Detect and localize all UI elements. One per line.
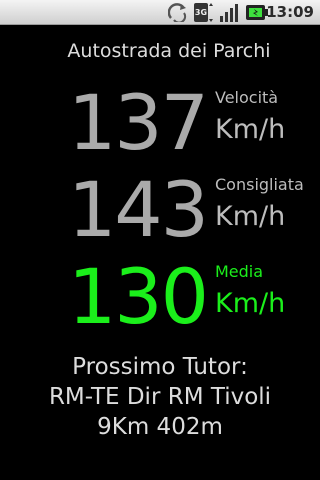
current-speed-row: 137 Velocità Km/h (0, 85, 320, 165)
recommended-speed-value: 143 (67, 165, 209, 254)
recommended-speed-row: 143 Consigliata Km/h (0, 172, 320, 252)
status-bar[interactable]: 3G 13:09 (0, 0, 320, 25)
battery-icon (246, 5, 268, 20)
next-tutor-distance: 9Km 402m (97, 414, 223, 440)
3g-icon: 3G (194, 3, 213, 22)
average-speed-unit: Km/h (215, 288, 286, 319)
average-speed-value: 130 (67, 252, 209, 341)
next-tutor-location: RM-TE Dir RM Tivoli (48, 384, 272, 410)
average-speed-row: 130 Media Km/h (0, 259, 320, 339)
current-speed-value: 137 (67, 78, 209, 167)
sync-icon (168, 3, 187, 22)
svg-text:3G: 3G (195, 8, 207, 17)
current-speed-caption: Velocità (215, 88, 279, 107)
next-tutor-title: Prossimo Tutor: (72, 354, 248, 380)
recommended-speed-unit: Km/h (215, 201, 286, 232)
status-time: 13:09 (266, 3, 314, 21)
current-speed-unit: Km/h (215, 114, 286, 145)
average-speed-caption: Media (215, 262, 264, 281)
road-name: Autostrada dei Parchi (67, 40, 271, 62)
recommended-speed-caption: Consigliata (215, 175, 304, 194)
next-tutor-panel: Prossimo Tutor: RM-TE Dir RM Tivoli 9Km … (0, 352, 320, 442)
signal-icon (220, 4, 238, 22)
